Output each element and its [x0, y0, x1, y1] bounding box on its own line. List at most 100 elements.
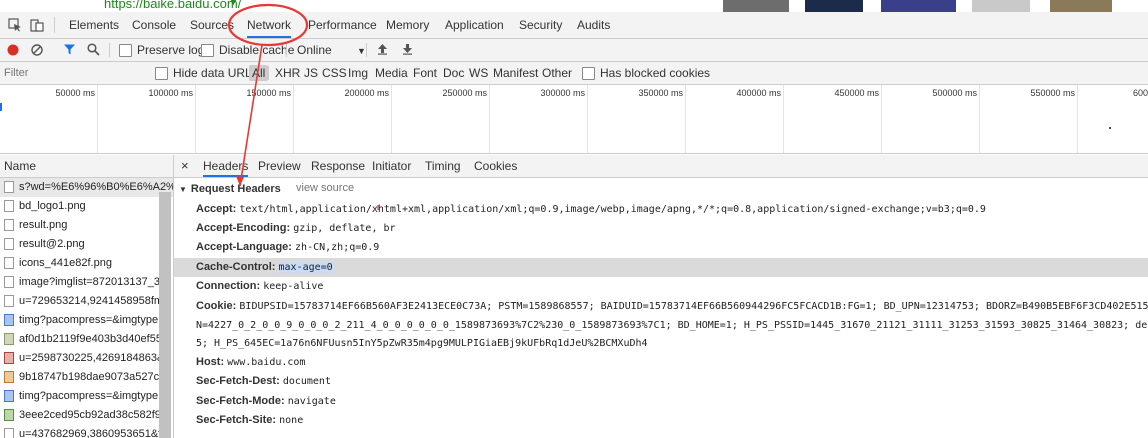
header-value: text/html,application/xhtml+xml,applicat… — [239, 204, 986, 215]
tab-audits[interactable]: Audits — [577, 12, 610, 38]
request-row[interactable]: icons_441e82f.png — [0, 254, 173, 273]
tab-initiator[interactable]: Initiator — [372, 155, 411, 177]
view-source-link[interactable]: view source — [296, 180, 354, 197]
request-row[interactable]: image?imglist=872013137_31 — [0, 273, 173, 292]
tab-console[interactable]: Console — [132, 12, 176, 38]
request-row[interactable]: timg?pacompress=&imgtype. — [0, 311, 173, 330]
timeline-tick-label: 600 — [1133, 88, 1148, 98]
header-name: Sec-Fetch-Dest: — [196, 375, 280, 387]
page-thumbnail — [881, 0, 956, 12]
request-row[interactable]: u=2598730225,4269184863& — [0, 349, 173, 368]
name-column-header[interactable]: Name — [4, 155, 36, 177]
request-name: u=729653214,9241458958fm — [19, 295, 164, 307]
request-name: 3eee2ced95cb92ad38c582f94 — [19, 409, 168, 421]
timeline-gridline — [881, 85, 882, 153]
request-row[interactable]: 3eee2ced95cb92ad38c582f94 — [0, 406, 173, 425]
url-dropdown-icon[interactable]: ▼ — [229, 0, 238, 7]
request-list-scrollbar[interactable] — [159, 192, 171, 438]
filter-type-xhr[interactable]: XHR — [275, 62, 300, 84]
tab-network[interactable]: Network — [247, 12, 292, 38]
disable-cache-checkbox[interactable]: Disable cache — [201, 39, 294, 61]
request-row[interactable]: result@2.png — [0, 235, 173, 254]
image-file-icon — [4, 257, 14, 269]
filter-type-ws[interactable]: WS — [469, 62, 488, 84]
throttling-select[interactable]: Online ▼ — [297, 39, 366, 61]
timeline-gridline — [783, 85, 784, 153]
filter-type-js[interactable]: JS — [304, 62, 318, 84]
clear-button[interactable] — [31, 44, 43, 56]
import-har-icon[interactable] — [377, 43, 388, 57]
page-thumbnail — [972, 0, 1030, 12]
has-blocked-cookies-label: Has blocked cookies — [600, 66, 711, 80]
record-button[interactable] — [7, 44, 19, 56]
inspect-element-icon[interactable] — [8, 17, 22, 32]
filter-type-css[interactable]: CSS — [322, 62, 347, 84]
timeline-tick-label: 350000 ms — [638, 88, 683, 98]
checkbox-box[interactable] — [582, 67, 595, 81]
request-row[interactable]: result.png — [0, 216, 173, 235]
header-row-cut-off: ​ — [196, 431, 286, 438]
filter-input[interactable] — [2, 64, 146, 82]
toolbar-divider — [366, 43, 367, 57]
image-thumbnail-icon — [4, 371, 14, 383]
search-icon[interactable] — [87, 43, 100, 57]
preserve-log-checkbox[interactable]: Preserve log — [119, 39, 204, 61]
header-name: Accept: — [196, 203, 237, 215]
header-name: Sec-Fetch-Mode: — [196, 395, 285, 407]
header-value[interactable]: max-age=0 — [278, 262, 333, 273]
filter-type-img[interactable]: Img — [348, 62, 368, 84]
request-row[interactable]: af0d1b2119f9e403b3d40ef55. — [0, 330, 173, 349]
tab-headers[interactable]: Headers — [203, 155, 249, 177]
filter-funnel-icon[interactable] — [63, 43, 76, 57]
request-row[interactable]: u=729653214,9241458958fm — [0, 292, 173, 311]
filter-type-font[interactable]: Font — [413, 62, 437, 84]
tab-preview[interactable]: Preview — [258, 155, 301, 177]
checkbox-box[interactable] — [155, 67, 168, 81]
has-blocked-cookies-checkbox[interactable]: Has blocked cookies — [582, 62, 710, 84]
filter-type-doc[interactable]: Doc — [443, 62, 464, 84]
timeline-gridline — [391, 85, 392, 153]
tab-performance[interactable]: Performance — [308, 12, 377, 38]
filter-type-media[interactable]: Media — [375, 62, 408, 84]
request-row[interactable]: bd_logo1.png — [0, 197, 173, 216]
request-headers-section-toggle[interactable]: ▼ Request Headers — [179, 180, 281, 197]
request-name: 9b18747b198dae9073a527c8. — [19, 371, 169, 383]
address-bar-url[interactable]: https://baike.baidu.com/ — [104, 0, 241, 11]
timeline-gridline — [587, 85, 588, 153]
request-list-header[interactable]: Name — [0, 155, 174, 178]
tab-memory[interactable]: Memory — [386, 12, 429, 38]
header-value: www.baidu.com — [227, 357, 306, 368]
request-row[interactable]: u=437682969,3860953651&f. — [0, 425, 173, 438]
tab-security[interactable]: Security — [519, 12, 562, 38]
request-row[interactable]: timg?pacompress=&imgtype. — [0, 387, 173, 406]
throttling-value: Online — [297, 43, 332, 57]
export-har-icon[interactable] — [402, 43, 413, 57]
tab-cookies[interactable]: Cookies — [474, 155, 517, 177]
checkbox-box[interactable] — [119, 44, 132, 58]
request-row[interactable]: s?wd=%E6%96%B0%E6%A2% — [0, 178, 173, 197]
checkbox-box[interactable] — [201, 44, 214, 58]
header-row-sec-fetch-site: Sec-Fetch-Site: none — [196, 411, 303, 430]
tab-elements[interactable]: Elements — [69, 12, 119, 38]
header-row-connection: Connection: keep-alive — [196, 277, 323, 296]
image-thumbnail-icon — [4, 333, 14, 345]
header-row-sec-fetch-mode: Sec-Fetch-Mode: navigate — [196, 392, 336, 411]
device-toolbar-icon[interactable] — [30, 17, 44, 32]
tab-sources[interactable]: Sources — [190, 12, 234, 38]
network-timeline-overview[interactable]: 50000 ms 100000 ms 150000 ms 200000 ms 2… — [0, 85, 1148, 154]
tab-application[interactable]: Application — [445, 12, 504, 38]
file-icon — [4, 428, 14, 438]
filter-type-other[interactable]: Other — [542, 62, 572, 84]
close-detail-icon[interactable]: × — [181, 155, 189, 177]
tab-response[interactable]: Response — [311, 155, 365, 177]
hide-data-urls-checkbox[interactable]: Hide data URLs — [155, 62, 258, 84]
tab-timing[interactable]: Timing — [425, 155, 461, 177]
filter-type-manifest[interactable]: Manifest — [493, 62, 538, 84]
header-row-accept-encoding: Accept-Encoding: gzip, deflate, br — [196, 219, 396, 238]
header-value: none — [279, 415, 304, 426]
chevron-down-icon: ▼ — [357, 46, 366, 56]
request-name: u=2598730225,4269184863& — [19, 352, 165, 364]
filter-type-all[interactable]: All — [249, 65, 269, 81]
request-row[interactable]: 9b18747b198dae9073a527c8. — [0, 368, 173, 387]
header-row-cache-control[interactable]: Cache-Control: max-age=0 — [196, 258, 333, 277]
